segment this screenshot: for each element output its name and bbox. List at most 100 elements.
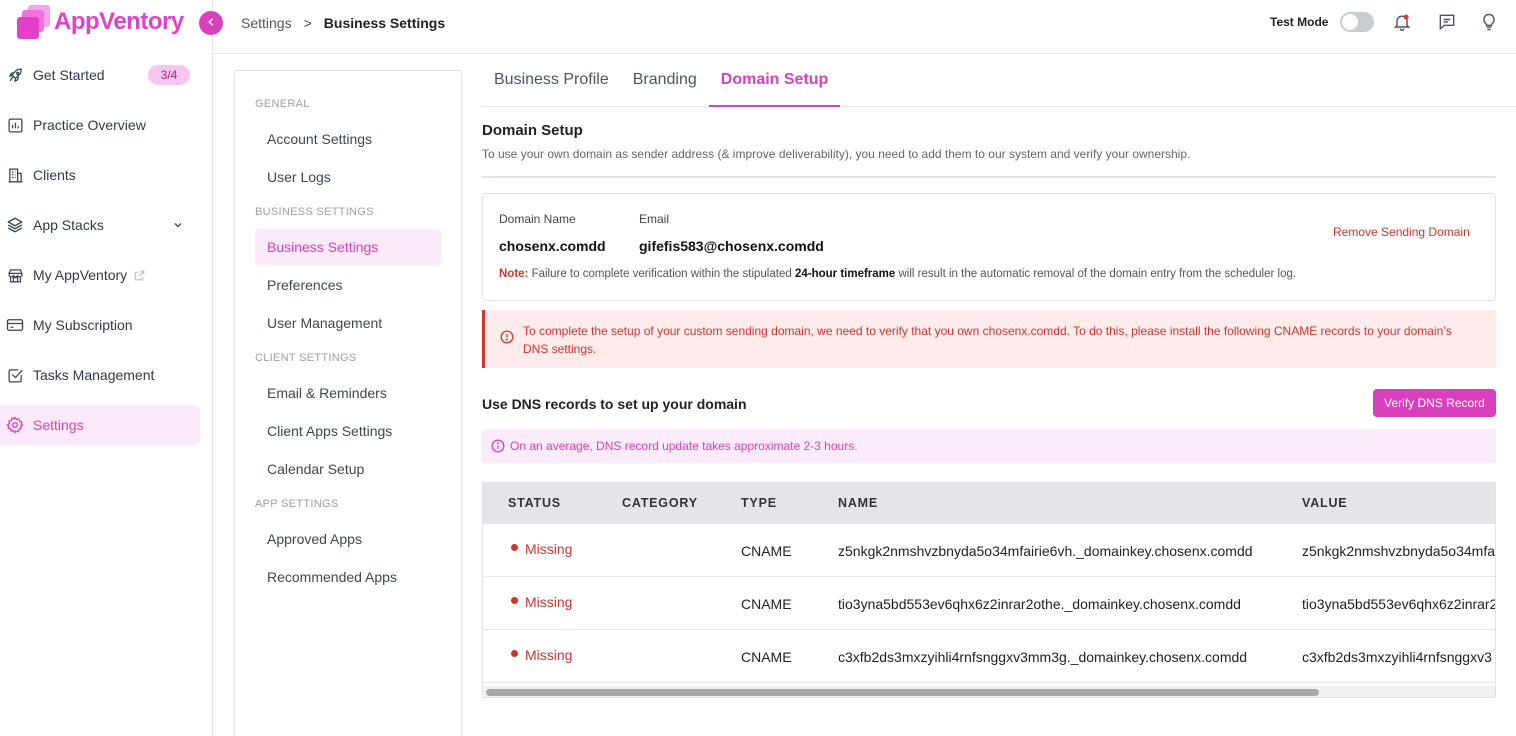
page-description: To use your own domain as sender address… [482, 147, 1191, 161]
bell-icon[interactable] [1391, 11, 1413, 33]
app-name: AppVentory [54, 8, 184, 35]
table-row: Missing CNAME c3xfb2ds3mxzyihli4rnfsnggx… [483, 630, 1495, 683]
status-missing: Missing [511, 541, 572, 557]
nav-item-my-appventory[interactable]: My AppVentory [0, 255, 200, 295]
note-text: will result in the automatic removal of … [895, 268, 1297, 280]
note-text: Failure to complete verification within … [528, 268, 795, 280]
divider [482, 176, 1496, 178]
info-text: On an average, DNS record update takes a… [510, 439, 858, 453]
column-category: CATEGORY [622, 496, 698, 510]
chart-icon [6, 116, 24, 134]
value-cell: tio3yna5bd553ev6qhx6z2inrar2 [1302, 596, 1496, 612]
nav-label: My AppVentory [33, 267, 128, 283]
settings-item-client-apps-settings[interactable]: Client Apps Settings [255, 413, 441, 449]
column-name: NAME [838, 496, 879, 510]
progress-badge: 3/4 [148, 65, 190, 85]
nav-label: Get Started [33, 67, 105, 83]
top-header: Settings > Business Settings Test Mode [213, 0, 1516, 54]
column-status: STATUS [508, 496, 561, 510]
domain-name-label: Domain Name [499, 212, 576, 226]
domain-card: Domain Name Email chosenx.comdd gifefis5… [482, 193, 1496, 301]
section-business-settings: BUSINESS SETTINGS [255, 206, 374, 218]
dns-info-banner: On an average, DNS record update takes a… [482, 429, 1496, 463]
store-icon [6, 266, 24, 284]
breadcrumb-separator: > [303, 15, 312, 31]
settings-item-user-management[interactable]: User Management [255, 305, 441, 341]
tab-business-profile[interactable]: Business Profile [482, 56, 621, 106]
scrollbar-thumb[interactable] [486, 689, 1319, 696]
settings-nav: GENERAL Account Settings User Logs BUSIN… [234, 70, 462, 736]
chevron-left-icon [206, 14, 216, 32]
verification-alert: To complete the setup of your custom sen… [482, 310, 1496, 368]
status-text: Missing [525, 594, 573, 610]
nav-label: Tasks Management [33, 367, 155, 383]
settings-item-recommended-apps[interactable]: Recommended Apps [255, 559, 441, 595]
verification-note: Note: Failure to complete verification w… [499, 268, 1296, 280]
section-general: GENERAL [255, 98, 310, 110]
name-cell: tio3yna5bd553ev6qhx6z2inrar2othe._domain… [838, 596, 1241, 612]
verify-dns-record-button[interactable]: Verify DNS Record [1373, 389, 1496, 417]
main-nav: Get Started 3/4 Practice Overview Client… [0, 55, 200, 455]
logo-icon [16, 5, 50, 39]
settings-tabs: Business Profile Branding Domain Setup [482, 56, 1516, 107]
nav-item-tasks-management[interactable]: Tasks Management [0, 355, 200, 395]
gear-icon [6, 416, 24, 434]
test-mode-toggle[interactable] [1340, 12, 1374, 32]
lightbulb-icon[interactable] [1478, 11, 1500, 33]
nav-label: App Stacks [33, 217, 104, 233]
section-client-settings: CLIENT SETTINGS [255, 352, 357, 364]
settings-item-email-reminders[interactable]: Email & Reminders [255, 375, 441, 411]
settings-item-preferences[interactable]: Preferences [255, 267, 441, 303]
column-value: VALUE [1302, 496, 1348, 510]
external-link-icon [133, 269, 146, 282]
alert-text: To complete the setup of your custom sen… [523, 324, 1452, 356]
sidebar: AppVentory Get Started 3/4 Practice Over… [0, 0, 213, 736]
column-type: TYPE [741, 496, 777, 510]
nav-item-clients[interactable]: Clients [0, 155, 200, 195]
nav-label: Practice Overview [33, 117, 146, 133]
breadcrumb-current: Business Settings [323, 15, 446, 31]
chevron-down-icon[interactable] [172, 218, 184, 236]
table-header: STATUS CATEGORY TYPE NAME VALUE [483, 483, 1495, 524]
settings-item-approved-apps[interactable]: Approved Apps [255, 521, 441, 557]
email-label: Email [639, 212, 670, 226]
status-missing: Missing [511, 594, 572, 610]
nav-label: Settings [33, 417, 84, 433]
checkbox-icon [6, 366, 24, 384]
tab-domain-setup[interactable]: Domain Setup [708, 56, 841, 107]
info-icon [491, 439, 505, 458]
nav-item-app-stacks[interactable]: App Stacks [0, 205, 200, 245]
remove-sending-domain-link[interactable]: Remove Sending Domain [1333, 225, 1470, 239]
name-cell: z5nkgk2nmshvzbnyda5o34mfairie6vh._domain… [838, 543, 1253, 559]
value-cell: z5nkgk2nmshvzbnyda5o34mfa [1302, 543, 1496, 559]
status-text: Missing [525, 647, 573, 663]
note-bold: 24-hour timeframe [794, 268, 896, 280]
settings-item-calendar-setup[interactable]: Calendar Setup [255, 451, 441, 487]
table-row: Missing CNAME z5nkgk2nmshvzbnyda5o34mfai… [483, 524, 1496, 577]
settings-item-business-settings[interactable]: Business Settings [255, 229, 441, 265]
layers-icon [6, 216, 24, 234]
dns-records-table: STATUS CATEGORY TYPE NAME VALUE Missing … [482, 482, 1496, 698]
alert-circle-icon [500, 330, 514, 349]
collapse-sidebar-button[interactable] [199, 11, 223, 35]
nav-label: My Subscription [33, 317, 133, 333]
nav-item-get-started[interactable]: Get Started 3/4 [0, 55, 200, 95]
status-text: Missing [525, 541, 573, 557]
nav-item-my-subscription[interactable]: My Subscription [0, 305, 200, 345]
type-cell: CNAME [741, 543, 792, 559]
page-title: Domain Setup [482, 122, 583, 139]
card-icon [6, 316, 24, 334]
email-value: gifefis583@chosenx.comdd [639, 238, 824, 254]
app-logo[interactable]: AppVentory [16, 4, 184, 40]
breadcrumb-settings[interactable]: Settings [241, 15, 292, 31]
chat-icon[interactable] [1436, 11, 1458, 33]
nav-item-practice-overview[interactable]: Practice Overview [0, 105, 200, 145]
nav-item-settings[interactable]: Settings [0, 405, 200, 445]
horizontal-scrollbar[interactable] [483, 686, 1495, 697]
status-dot-icon [511, 543, 518, 551]
settings-item-account-settings[interactable]: Account Settings [255, 121, 441, 157]
settings-item-user-logs[interactable]: User Logs [255, 159, 441, 195]
building-icon [6, 166, 24, 184]
nav-label: Clients [33, 167, 76, 183]
tab-branding[interactable]: Branding [621, 56, 709, 106]
